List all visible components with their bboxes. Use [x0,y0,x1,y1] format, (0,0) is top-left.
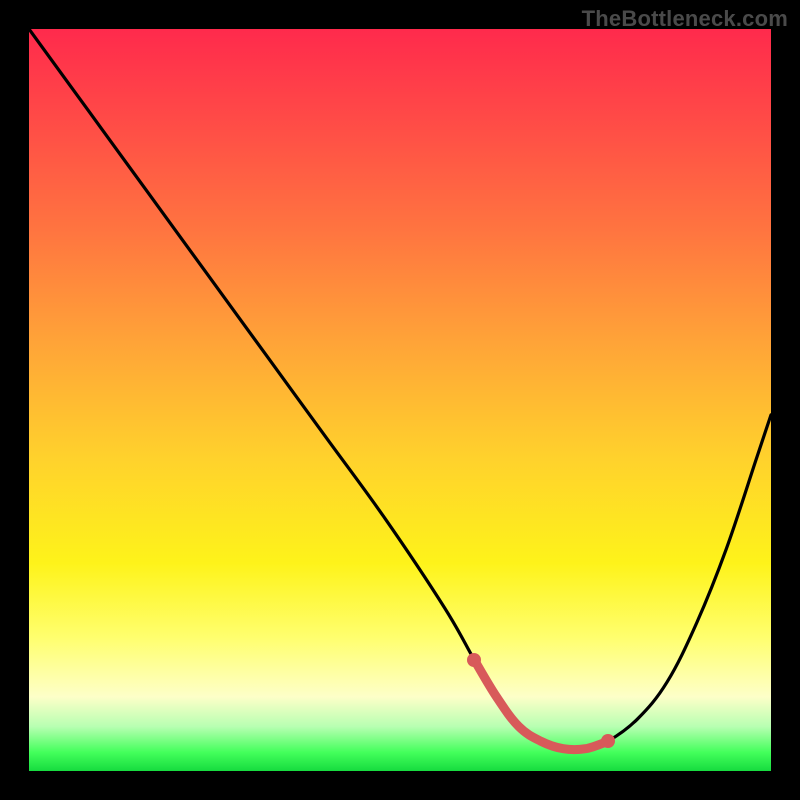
plot-background-gradient [29,29,771,771]
watermark-text: TheBottleneck.com [582,6,788,32]
highlight-marker [467,653,481,667]
highlight-marker [601,734,615,748]
chart-frame: TheBottleneck.com [0,0,800,800]
